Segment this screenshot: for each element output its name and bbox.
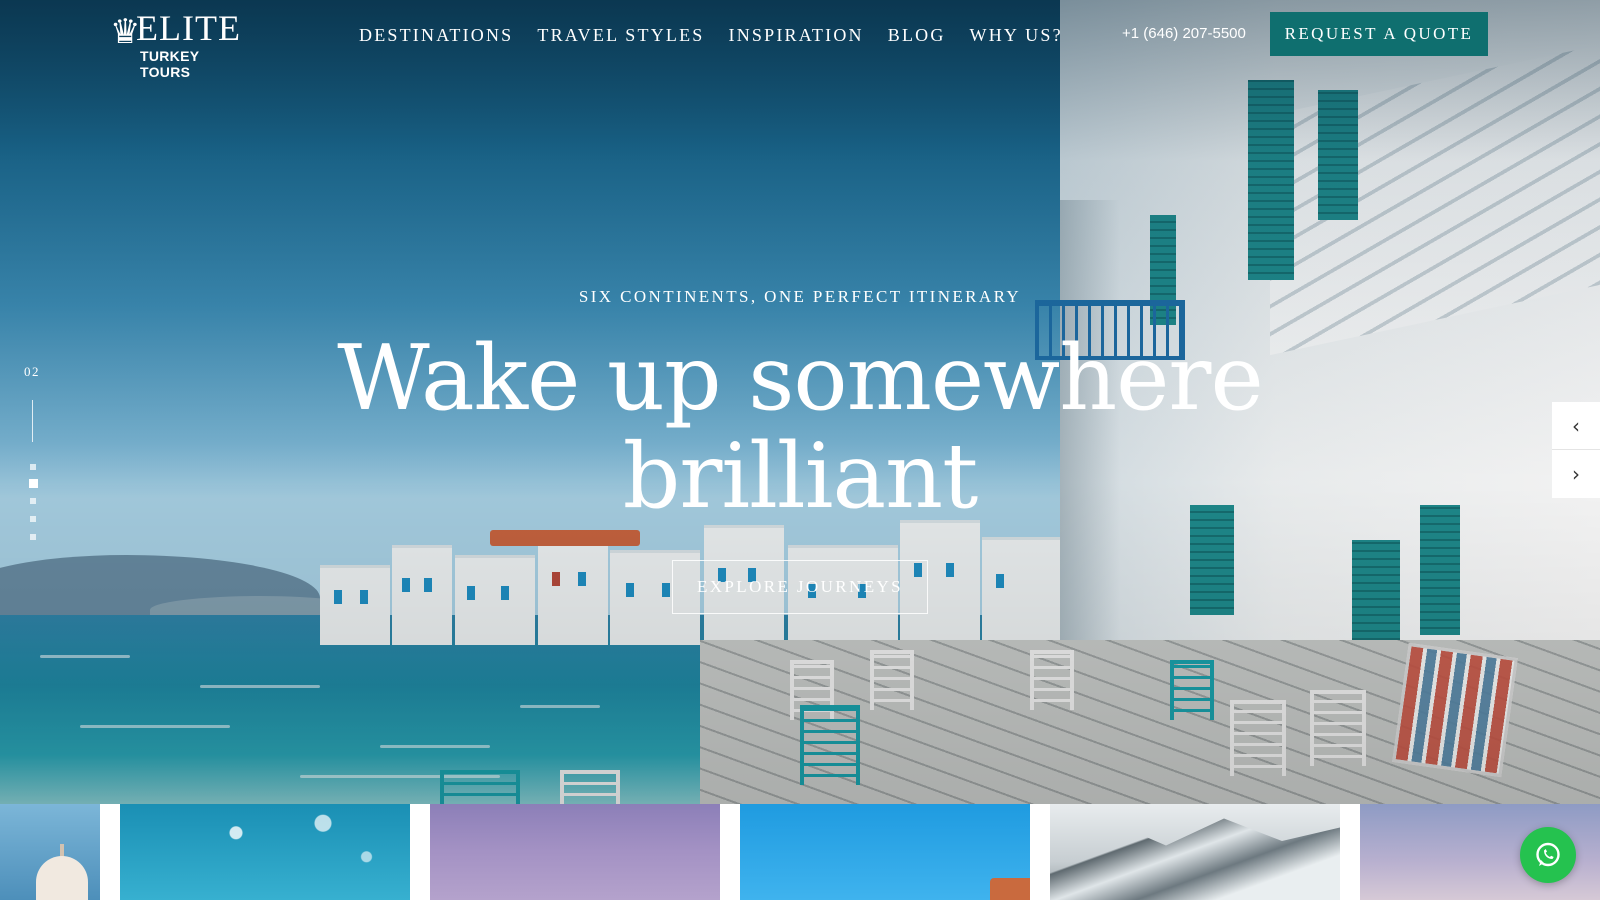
nav-destinations[interactable]: DESTINATIONS (359, 22, 513, 48)
slide-dot-active[interactable] (29, 479, 38, 488)
chevron-left-icon: ‹ (1572, 414, 1580, 438)
slide-dot[interactable] (30, 498, 36, 504)
blue-sky-thumbnail[interactable] (740, 804, 1030, 900)
main-nav: DESTINATIONS TRAVEL STYLES INSPIRATION B… (359, 22, 1063, 48)
logo-brand: ELITE (136, 8, 241, 48)
slide-dot[interactable] (30, 464, 36, 470)
slider-prev-button[interactable]: ‹ (1552, 402, 1600, 450)
snowy-mountain-thumbnail[interactable] (1050, 804, 1340, 900)
slide-dot[interactable] (30, 534, 36, 540)
hero-headline: Wake up somewhere brilliant (337, 326, 1263, 529)
whatsapp-icon (1536, 842, 1560, 867)
sea-sky-thumbnail[interactable] (120, 804, 410, 900)
nav-travel-styles[interactable]: TRAVEL STYLES (537, 22, 704, 48)
purple-dusk-thumbnail[interactable] (430, 804, 720, 900)
nav-why-us[interactable]: WHY US? (970, 22, 1063, 48)
explore-journeys-button[interactable]: EXPLORE JOURNEYS (672, 560, 928, 614)
logo-subline: TURKEY TOURS (140, 48, 200, 80)
thumbnail-strip (0, 804, 1600, 900)
request-quote-button[interactable]: REQUEST A QUOTE (1270, 12, 1488, 56)
whatsapp-chat-button[interactable] (1520, 827, 1576, 883)
nav-inspiration[interactable]: INSPIRATION (729, 22, 864, 48)
hero-eyebrow: SIX CONTINENTS, ONE PERFECT ITINERARY (578, 287, 1022, 306)
dome-thumbnail[interactable] (0, 804, 100, 900)
nav-blog[interactable]: BLOG (888, 22, 946, 48)
slider-next-button[interactable]: › (1552, 450, 1600, 498)
chevron-right-icon: › (1572, 462, 1580, 486)
slide-indicator-line (32, 400, 33, 442)
slide-dot[interactable] (30, 516, 36, 522)
phone-link[interactable]: +1 (646) 207-5500 (1122, 24, 1246, 44)
slide-number: 02 (24, 364, 40, 379)
site-logo[interactable]: ♛ ELITE TURKEY TOURS (110, 8, 250, 80)
